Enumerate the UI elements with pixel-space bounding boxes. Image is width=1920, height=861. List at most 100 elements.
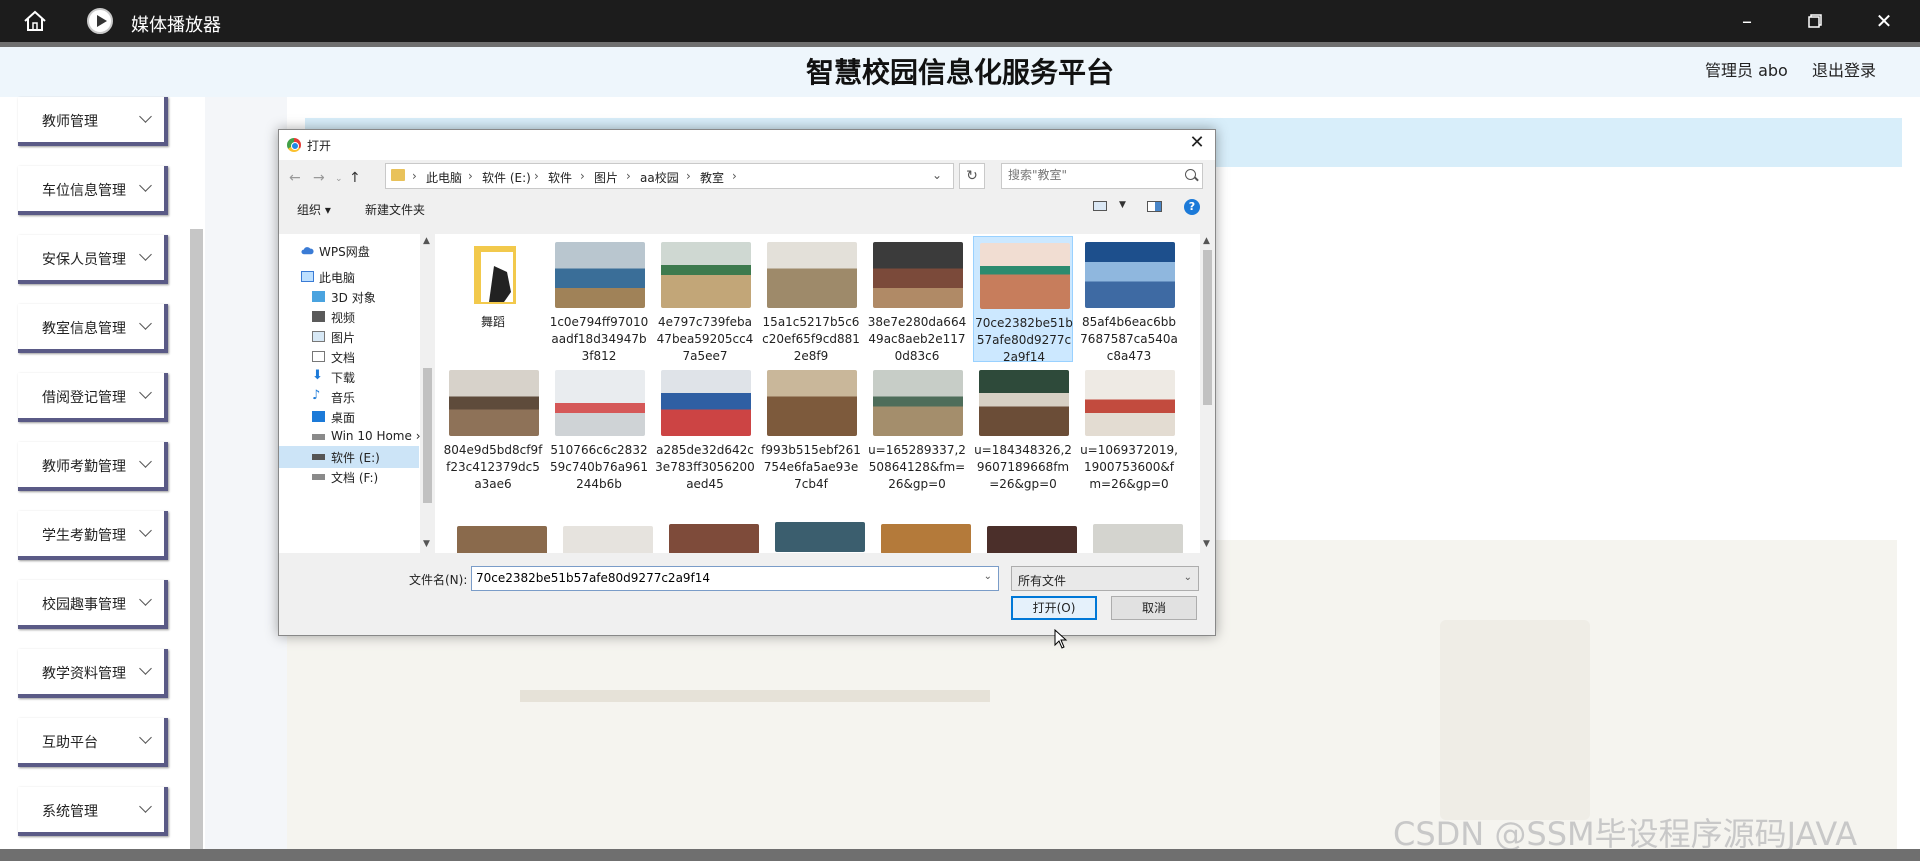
chevron-down-icon[interactable]: ▼: [1203, 539, 1210, 549]
nav-label: 3D 对象: [331, 291, 376, 305]
file-item[interactable]: f993b515ebf261754e6fa5ae93e7cb4f: [761, 364, 861, 491]
chevron-up-icon[interactable]: ▲: [423, 236, 430, 246]
image-thumbnail: [661, 370, 751, 436]
nav-item-win10-drive[interactable]: Win 10 Home ›: [279, 426, 421, 448]
window-title: 媒体播放器: [131, 15, 221, 36]
drive-icon: [312, 454, 325, 460]
up-arrow-icon[interactable]: ↑: [349, 170, 361, 186]
breadcrumb-item[interactable]: 软件: [548, 169, 572, 186]
filename-input[interactable]: [476, 571, 976, 585]
sidebar-scrollbar[interactable]: [190, 229, 203, 861]
breadcrumb-item[interactable]: 此电脑: [426, 169, 462, 186]
cube-icon: [312, 291, 325, 302]
sidebar-item-system[interactable]: 系统管理: [18, 787, 168, 836]
view-mode-icon[interactable]: [1093, 201, 1107, 211]
breadcrumb-item[interactable]: 图片: [594, 169, 618, 186]
file-item[interactable]: 804e9d5bd8cf9ff23c412379dc5a3ae6: [443, 364, 543, 491]
background-shape: [1440, 620, 1590, 820]
nav-item-downloads[interactable]: ⬇ 下载: [279, 366, 419, 388]
desktop-icon: [312, 411, 325, 422]
file-item[interactable]: 85af4b6eac6bb7687587ca540ac8a473: [1079, 236, 1179, 363]
home-icon[interactable]: [22, 9, 48, 33]
nav-scrollbar[interactable]: ▲ ▼: [420, 234, 435, 553]
file-name: 38e7e280da66449ac8aeb2e1170d83c6: [867, 315, 967, 363]
breadcrumb-item[interactable]: 软件 (E:): [482, 169, 531, 186]
file-list-scrollbar[interactable]: ▲ ▼: [1200, 234, 1215, 553]
file-item[interactable]: 1c0e794ff97010aadf18d34947b3f812: [549, 236, 649, 363]
sidebar-item-classroom[interactable]: 教室信息管理: [18, 304, 168, 353]
nav-item-this-pc[interactable]: 此电脑: [279, 266, 419, 288]
open-button[interactable]: 打开(O): [1011, 596, 1097, 620]
view-dropdown-icon[interactable]: ▼: [1119, 200, 1126, 210]
nav-item-desktop[interactable]: 桌面: [279, 406, 419, 428]
nav-item-documents[interactable]: 文档: [279, 346, 419, 368]
filename-label: 文件名(N):: [409, 573, 468, 587]
nav-item-pictures[interactable]: 图片: [279, 326, 419, 348]
image-thumbnail: [563, 526, 653, 553]
chevron-up-icon[interactable]: ▲: [1203, 236, 1210, 246]
sidebar-item-label: 车位信息管理: [42, 183, 126, 199]
sidebar-item-borrow[interactable]: 借阅登记管理: [18, 373, 168, 422]
scrollbar-thumb[interactable]: [1203, 250, 1212, 405]
nav-item-software-drive[interactable]: 软件 (E:): [279, 446, 419, 468]
file-item[interactable]: u=165289337,250864128&fm=26&gp=0: [867, 364, 967, 491]
breadcrumb-item[interactable]: 教室: [700, 169, 724, 186]
sidebar-item-teacher[interactable]: 教师管理: [18, 97, 168, 146]
close-window-button[interactable]: ✕: [1871, 8, 1897, 34]
recent-dropdown-icon[interactable]: ⌄: [335, 174, 343, 184]
breadcrumb-item[interactable]: aa校园: [640, 169, 679, 186]
filename-field[interactable]: ⌄: [471, 566, 999, 591]
cloud-icon: [301, 247, 314, 255]
file-item[interactable]: 4e797c739feba47bea59205cc47a5ee7: [655, 236, 755, 363]
nav-item-3d-objects[interactable]: 3D 对象: [279, 286, 419, 308]
refresh-button[interactable]: ↻: [959, 163, 985, 189]
scrollbar-thumb[interactable]: [423, 368, 432, 503]
organize-menu[interactable]: 组织 ▾: [297, 201, 331, 218]
chevron-down-icon[interactable]: ⌄: [932, 168, 942, 182]
sidebar-item-mutual-help[interactable]: 互助平台: [18, 718, 168, 767]
search-box[interactable]: [1001, 163, 1203, 189]
sidebar-item-teaching-material[interactable]: 教学资料管理: [18, 649, 168, 698]
filename-row: 文件名(N): ⌄ 所有文件 ⌄ 打开(O) 取消: [279, 562, 1215, 632]
help-icon[interactable]: ?: [1184, 199, 1200, 215]
logout-link[interactable]: 退出登录: [1812, 57, 1876, 81]
new-folder-button[interactable]: 新建文件夹: [365, 201, 425, 218]
file-item[interactable]: 38e7e280da66449ac8aeb2e1170d83c6: [867, 236, 967, 363]
file-item[interactable]: 510766c6c283259c740b76a961244b6b: [549, 364, 649, 491]
minimize-button[interactable]: –: [1734, 8, 1760, 34]
sidebar-item-teacher-attendance[interactable]: 教师考勤管理: [18, 442, 168, 491]
restore-button[interactable]: [1802, 8, 1828, 34]
file-item[interactable]: u=1069372019,1900753600&fm=26&gp=0: [1079, 364, 1179, 491]
file-item[interactable]: 15a1c5217b5c6c20ef65f9cd8812e8f9: [761, 236, 861, 363]
file-item-selected[interactable]: 70ce2382be51b57afe80d9277c2a9f14: [973, 236, 1073, 364]
search-input[interactable]: [1008, 168, 1168, 182]
file-item-folder[interactable]: 舞蹈: [443, 236, 543, 362]
address-bar[interactable]: › 此电脑 › 软件 (E:) › 软件 › 图片 › aa校园 › 教室 › …: [385, 163, 954, 189]
nav-item-wps-cloud[interactable]: WPS网盘: [279, 240, 419, 262]
sidebar-item-student-attendance[interactable]: 学生考勤管理: [18, 511, 168, 560]
chevron-down-icon[interactable]: ▼: [423, 539, 430, 549]
nav-item-music[interactable]: ♪ 音乐: [279, 386, 419, 408]
nav-label: 软件 (E:): [331, 451, 380, 465]
filetype-select[interactable]: 所有文件 ⌄: [1011, 566, 1199, 591]
dialog-close-button[interactable]: ✕: [1185, 132, 1209, 153]
chevron-down-icon[interactable]: ⌄: [984, 571, 992, 582]
sidebar-item-label: 教室信息管理: [42, 321, 126, 337]
file-item[interactable]: u=184348326,29607189668fm=26&gp=0: [973, 364, 1073, 491]
sidebar-item-security[interactable]: 安保人员管理: [18, 235, 168, 284]
sidebar-item-label: 教师管理: [42, 114, 98, 130]
back-arrow-icon[interactable]: ←: [289, 170, 301, 186]
sidebar-item-campus-fun[interactable]: 校园趣事管理: [18, 580, 168, 629]
nav-item-videos[interactable]: 视频: [279, 306, 419, 328]
forward-arrow-icon[interactable]: →: [313, 170, 325, 186]
nav-item-documents-drive[interactable]: 文档 (F:): [279, 466, 419, 488]
cancel-button[interactable]: 取消: [1111, 596, 1197, 620]
search-icon[interactable]: [1185, 169, 1196, 180]
file-name: u=1069372019,1900753600&fm=26&gp=0: [1080, 443, 1178, 491]
image-thumbnail: [555, 370, 645, 436]
preview-pane-icon[interactable]: [1147, 201, 1162, 212]
file-item[interactable]: a285de32d642c3e783ff3056200aed45: [655, 364, 755, 491]
nav-label: 文档 (F:): [331, 471, 379, 485]
sidebar-item-parking[interactable]: 车位信息管理: [18, 166, 168, 215]
sidebar-item-label: 安保人员管理: [42, 252, 126, 268]
